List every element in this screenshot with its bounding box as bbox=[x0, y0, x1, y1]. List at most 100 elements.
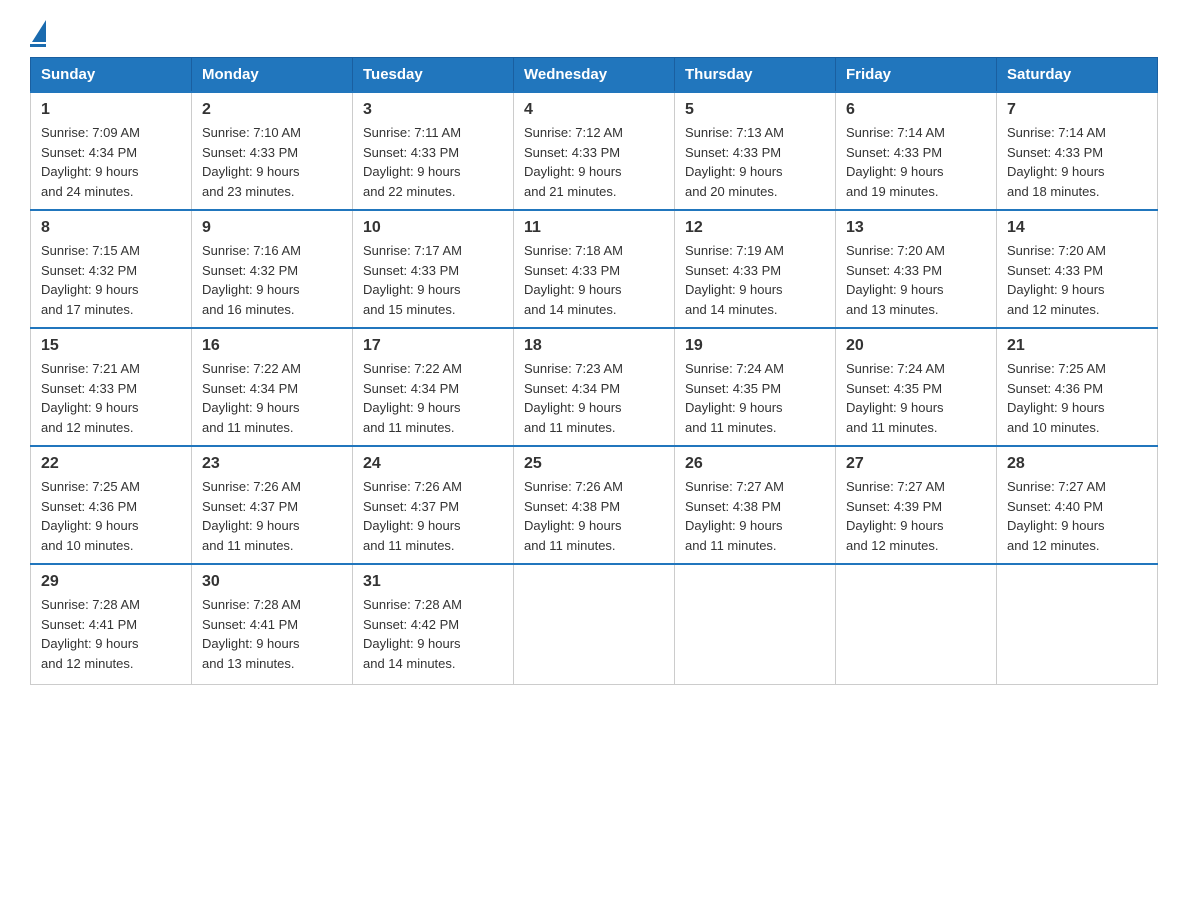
day-number: 16 bbox=[202, 337, 342, 355]
day-cell: 13 Sunrise: 7:20 AM Sunset: 4:33 PM Dayl… bbox=[836, 210, 997, 328]
day-number: 26 bbox=[685, 455, 825, 473]
header-row: SundayMondayTuesdayWednesdayThursdayFrid… bbox=[31, 58, 1158, 93]
day-info: Sunrise: 7:25 AM Sunset: 4:36 PM Dayligh… bbox=[1007, 359, 1147, 437]
day-cell: 21 Sunrise: 7:25 AM Sunset: 4:36 PM Dayl… bbox=[997, 328, 1158, 446]
day-number: 13 bbox=[846, 219, 986, 237]
header-cell-sunday: Sunday bbox=[31, 58, 192, 93]
week-row-4: 22 Sunrise: 7:25 AM Sunset: 4:36 PM Dayl… bbox=[31, 446, 1158, 564]
day-cell: 28 Sunrise: 7:27 AM Sunset: 4:40 PM Dayl… bbox=[997, 446, 1158, 564]
day-cell bbox=[997, 564, 1158, 684]
day-info: Sunrise: 7:15 AM Sunset: 4:32 PM Dayligh… bbox=[41, 241, 181, 319]
day-info: Sunrise: 7:20 AM Sunset: 4:33 PM Dayligh… bbox=[1007, 241, 1147, 319]
day-info: Sunrise: 7:09 AM Sunset: 4:34 PM Dayligh… bbox=[41, 123, 181, 201]
day-info: Sunrise: 7:17 AM Sunset: 4:33 PM Dayligh… bbox=[363, 241, 503, 319]
day-number: 4 bbox=[524, 101, 664, 119]
day-cell: 11 Sunrise: 7:18 AM Sunset: 4:33 PM Dayl… bbox=[514, 210, 675, 328]
week-row-1: 1 Sunrise: 7:09 AM Sunset: 4:34 PM Dayli… bbox=[31, 92, 1158, 210]
week-row-5: 29 Sunrise: 7:28 AM Sunset: 4:41 PM Dayl… bbox=[31, 564, 1158, 684]
day-number: 6 bbox=[846, 101, 986, 119]
day-info: Sunrise: 7:12 AM Sunset: 4:33 PM Dayligh… bbox=[524, 123, 664, 201]
day-info: Sunrise: 7:21 AM Sunset: 4:33 PM Dayligh… bbox=[41, 359, 181, 437]
page-header bbox=[30, 20, 1158, 47]
calendar-header: SundayMondayTuesdayWednesdayThursdayFrid… bbox=[31, 58, 1158, 93]
day-number: 23 bbox=[202, 455, 342, 473]
day-info: Sunrise: 7:27 AM Sunset: 4:39 PM Dayligh… bbox=[846, 477, 986, 555]
day-cell: 25 Sunrise: 7:26 AM Sunset: 4:38 PM Dayl… bbox=[514, 446, 675, 564]
day-info: Sunrise: 7:16 AM Sunset: 4:32 PM Dayligh… bbox=[202, 241, 342, 319]
day-cell: 30 Sunrise: 7:28 AM Sunset: 4:41 PM Dayl… bbox=[192, 564, 353, 684]
day-number: 29 bbox=[41, 573, 181, 591]
calendar-body: 1 Sunrise: 7:09 AM Sunset: 4:34 PM Dayli… bbox=[31, 92, 1158, 684]
header-cell-tuesday: Tuesday bbox=[353, 58, 514, 93]
header-cell-monday: Monday bbox=[192, 58, 353, 93]
day-cell: 10 Sunrise: 7:17 AM Sunset: 4:33 PM Dayl… bbox=[353, 210, 514, 328]
day-info: Sunrise: 7:24 AM Sunset: 4:35 PM Dayligh… bbox=[846, 359, 986, 437]
day-info: Sunrise: 7:23 AM Sunset: 4:34 PM Dayligh… bbox=[524, 359, 664, 437]
header-cell-friday: Friday bbox=[836, 58, 997, 93]
day-info: Sunrise: 7:10 AM Sunset: 4:33 PM Dayligh… bbox=[202, 123, 342, 201]
day-cell bbox=[675, 564, 836, 684]
header-cell-thursday: Thursday bbox=[675, 58, 836, 93]
week-row-2: 8 Sunrise: 7:15 AM Sunset: 4:32 PM Dayli… bbox=[31, 210, 1158, 328]
day-cell: 14 Sunrise: 7:20 AM Sunset: 4:33 PM Dayl… bbox=[997, 210, 1158, 328]
day-number: 7 bbox=[1007, 101, 1147, 119]
day-info: Sunrise: 7:18 AM Sunset: 4:33 PM Dayligh… bbox=[524, 241, 664, 319]
header-cell-wednesday: Wednesday bbox=[514, 58, 675, 93]
day-info: Sunrise: 7:22 AM Sunset: 4:34 PM Dayligh… bbox=[202, 359, 342, 437]
day-number: 19 bbox=[685, 337, 825, 355]
day-number: 2 bbox=[202, 101, 342, 119]
day-cell: 23 Sunrise: 7:26 AM Sunset: 4:37 PM Dayl… bbox=[192, 446, 353, 564]
header-cell-saturday: Saturday bbox=[997, 58, 1158, 93]
day-info: Sunrise: 7:26 AM Sunset: 4:37 PM Dayligh… bbox=[363, 477, 503, 555]
day-info: Sunrise: 7:27 AM Sunset: 4:40 PM Dayligh… bbox=[1007, 477, 1147, 555]
day-info: Sunrise: 7:13 AM Sunset: 4:33 PM Dayligh… bbox=[685, 123, 825, 201]
day-cell: 17 Sunrise: 7:22 AM Sunset: 4:34 PM Dayl… bbox=[353, 328, 514, 446]
day-number: 20 bbox=[846, 337, 986, 355]
day-cell: 18 Sunrise: 7:23 AM Sunset: 4:34 PM Dayl… bbox=[514, 328, 675, 446]
day-cell: 4 Sunrise: 7:12 AM Sunset: 4:33 PM Dayli… bbox=[514, 92, 675, 210]
day-info: Sunrise: 7:11 AM Sunset: 4:33 PM Dayligh… bbox=[363, 123, 503, 201]
logo bbox=[30, 20, 46, 47]
day-cell: 19 Sunrise: 7:24 AM Sunset: 4:35 PM Dayl… bbox=[675, 328, 836, 446]
day-number: 10 bbox=[363, 219, 503, 237]
day-cell: 3 Sunrise: 7:11 AM Sunset: 4:33 PM Dayli… bbox=[353, 92, 514, 210]
day-cell: 12 Sunrise: 7:19 AM Sunset: 4:33 PM Dayl… bbox=[675, 210, 836, 328]
day-cell: 5 Sunrise: 7:13 AM Sunset: 4:33 PM Dayli… bbox=[675, 92, 836, 210]
logo-underline bbox=[30, 44, 46, 47]
day-number: 5 bbox=[685, 101, 825, 119]
day-info: Sunrise: 7:28 AM Sunset: 4:41 PM Dayligh… bbox=[41, 595, 181, 673]
day-info: Sunrise: 7:25 AM Sunset: 4:36 PM Dayligh… bbox=[41, 477, 181, 555]
week-row-3: 15 Sunrise: 7:21 AM Sunset: 4:33 PM Dayl… bbox=[31, 328, 1158, 446]
day-number: 25 bbox=[524, 455, 664, 473]
day-info: Sunrise: 7:27 AM Sunset: 4:38 PM Dayligh… bbox=[685, 477, 825, 555]
logo-triangle-icon bbox=[32, 20, 46, 42]
day-cell: 26 Sunrise: 7:27 AM Sunset: 4:38 PM Dayl… bbox=[675, 446, 836, 564]
day-number: 3 bbox=[363, 101, 503, 119]
day-number: 21 bbox=[1007, 337, 1147, 355]
day-info: Sunrise: 7:24 AM Sunset: 4:35 PM Dayligh… bbox=[685, 359, 825, 437]
day-cell: 15 Sunrise: 7:21 AM Sunset: 4:33 PM Dayl… bbox=[31, 328, 192, 446]
day-cell: 7 Sunrise: 7:14 AM Sunset: 4:33 PM Dayli… bbox=[997, 92, 1158, 210]
day-number: 31 bbox=[363, 573, 503, 591]
day-number: 22 bbox=[41, 455, 181, 473]
day-number: 28 bbox=[1007, 455, 1147, 473]
day-info: Sunrise: 7:19 AM Sunset: 4:33 PM Dayligh… bbox=[685, 241, 825, 319]
day-cell: 24 Sunrise: 7:26 AM Sunset: 4:37 PM Dayl… bbox=[353, 446, 514, 564]
day-number: 12 bbox=[685, 219, 825, 237]
day-cell: 2 Sunrise: 7:10 AM Sunset: 4:33 PM Dayli… bbox=[192, 92, 353, 210]
day-number: 27 bbox=[846, 455, 986, 473]
day-info: Sunrise: 7:14 AM Sunset: 4:33 PM Dayligh… bbox=[846, 123, 986, 201]
day-cell: 27 Sunrise: 7:27 AM Sunset: 4:39 PM Dayl… bbox=[836, 446, 997, 564]
day-number: 11 bbox=[524, 219, 664, 237]
day-info: Sunrise: 7:22 AM Sunset: 4:34 PM Dayligh… bbox=[363, 359, 503, 437]
day-number: 1 bbox=[41, 101, 181, 119]
day-number: 18 bbox=[524, 337, 664, 355]
day-info: Sunrise: 7:26 AM Sunset: 4:38 PM Dayligh… bbox=[524, 477, 664, 555]
day-number: 17 bbox=[363, 337, 503, 355]
day-number: 24 bbox=[363, 455, 503, 473]
day-cell: 6 Sunrise: 7:14 AM Sunset: 4:33 PM Dayli… bbox=[836, 92, 997, 210]
day-cell: 31 Sunrise: 7:28 AM Sunset: 4:42 PM Dayl… bbox=[353, 564, 514, 684]
day-number: 14 bbox=[1007, 219, 1147, 237]
day-cell: 8 Sunrise: 7:15 AM Sunset: 4:32 PM Dayli… bbox=[31, 210, 192, 328]
day-cell: 16 Sunrise: 7:22 AM Sunset: 4:34 PM Dayl… bbox=[192, 328, 353, 446]
